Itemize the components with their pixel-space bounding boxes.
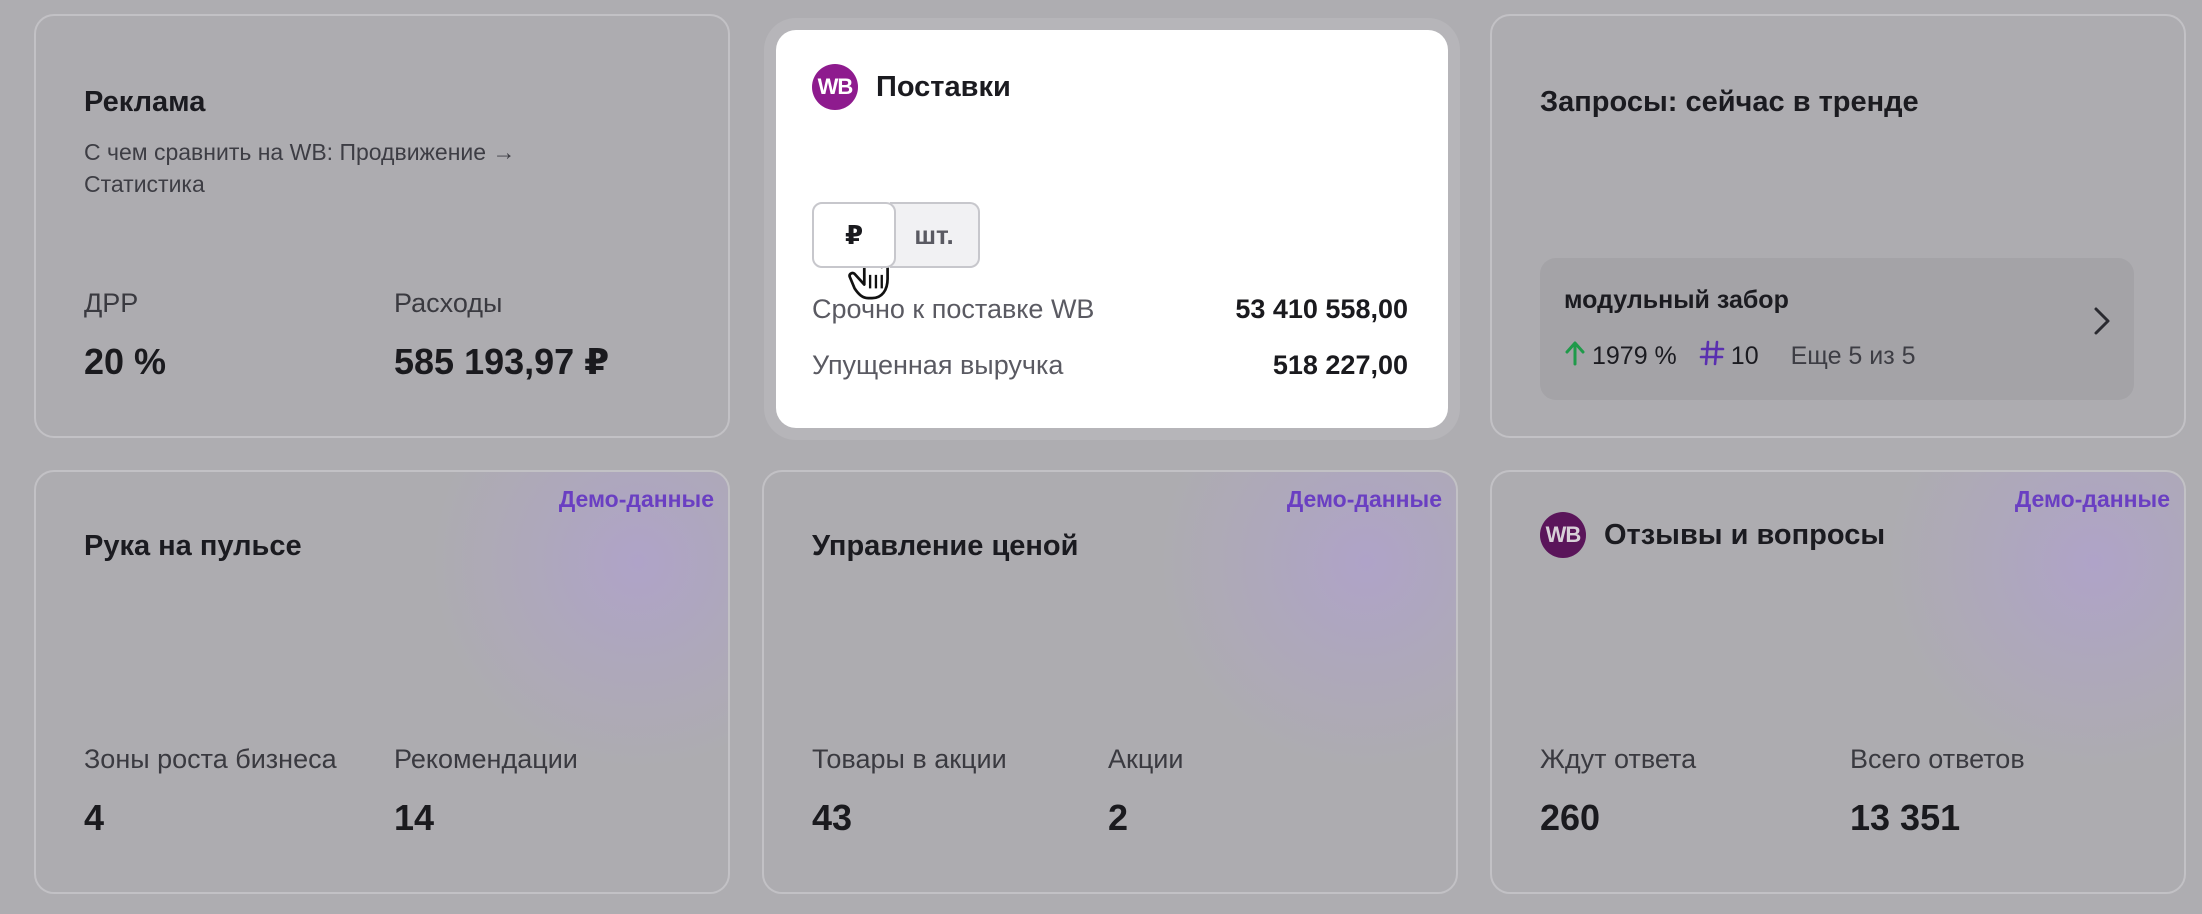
row-label: Упущенная выручка [812, 350, 1064, 380]
decorative-glow [1156, 472, 1456, 772]
metric-value: 4 [84, 797, 105, 838]
price-card-title: Управление ценой [812, 530, 1079, 562]
metric-recommendations: Рекомендации 14 [394, 744, 578, 839]
row-value: 518 227,00 [1272, 350, 1408, 380]
metric-label: Зоны роста бизнеса [84, 744, 337, 774]
chevron-right-icon[interactable] [2092, 304, 2112, 346]
hash-icon [1699, 340, 1725, 373]
metric-value: 20 % [84, 341, 167, 382]
pulse-card-title: Рука на пульсе [84, 530, 302, 562]
demo-badge: Демо-данные [2014, 486, 2170, 512]
metric-label: Товары в акции [812, 744, 1007, 774]
metric-expenses: Расходы 585 193,97 ₽ [394, 288, 609, 383]
metric-label: Всего ответов [1850, 744, 2025, 774]
metric-label: Ждут ответа [1540, 744, 1697, 774]
row-value: 53 410 558,00 [1235, 294, 1408, 324]
supplies-title-text: Поставки [876, 70, 1011, 103]
metric-growth-zones: Зоны роста бизнеса 4 [84, 744, 337, 839]
metric-value: 14 [394, 797, 435, 838]
demo-badge: Демо-данные [558, 486, 714, 512]
metric-label: Рекомендации [394, 744, 578, 774]
metric-total-replies: Всего ответов 13 351 [1850, 744, 2025, 839]
toggle-rub-button[interactable]: ₽ [812, 202, 896, 268]
metric-awaiting-reply: Ждут ответа 260 [1540, 744, 1696, 839]
decorative-glow [428, 472, 728, 772]
toggle-pcs-button[interactable]: шт. [890, 202, 980, 268]
reviews-title-text: Отзывы и вопросы [1604, 518, 1886, 551]
trends-card-title: Запросы: сейчас в тренде [1540, 86, 1919, 118]
pulse-card[interactable]: Демо-данные Рука на пульсе Зоны роста би… [34, 470, 730, 894]
wb-logo-icon: WB [812, 64, 858, 110]
row-lost-revenue: Упущенная выручка 518 227,00 [812, 350, 1408, 381]
trend-stats: 1979 % 10 Еще 5 из 5 [1564, 340, 1916, 373]
reviews-card[interactable]: Демо-данные WB Отзывы и вопросы Ждут отв… [1490, 470, 2186, 894]
trend-rank: 10 [1730, 342, 1759, 370]
supplies-card[interactable]: WB Поставки ₽ шт. Срочно к поставке WB 5… [776, 30, 1448, 428]
metric-value: 260 [1540, 797, 1601, 838]
trend-query: модульный забор [1564, 286, 1789, 314]
trend-more-link[interactable]: Еще 5 из 5 [1791, 342, 1916, 371]
metric-value: 13 351 [1850, 797, 1961, 838]
metric-value: 2 [1108, 797, 1129, 838]
trend-growth: 1979 % [1592, 342, 1677, 370]
ads-card-subtitle: С чем сравнить на WB: Продвижение → Стат… [84, 139, 516, 197]
arrow-up-icon [1564, 340, 1586, 373]
metric-promos: Акции 2 [1108, 744, 1183, 839]
ads-card[interactable]: Реклама С чем сравнить на WB: Продвижени… [34, 14, 730, 438]
supplies-card-title: WB Поставки [812, 64, 1011, 110]
trends-card[interactable]: Запросы: сейчас в тренде модульный забор… [1490, 14, 2186, 438]
wb-logo-icon: WB [1540, 512, 1586, 558]
ads-card-title: Реклама [84, 86, 206, 118]
reviews-card-title: WB Отзывы и вопросы [1540, 512, 1885, 558]
metric-label: ДРР [84, 288, 139, 318]
metric-promo-items: Товары в акции 43 [812, 744, 1007, 839]
trend-item[interactable]: модульный забор 1979 % 10 Еще 5 из 5 [1540, 258, 2134, 400]
price-card[interactable]: Демо-данные Управление ценой Товары в ак… [762, 470, 1458, 894]
metric-drr: ДРР 20 % [84, 288, 166, 383]
metric-label: Акции [1108, 744, 1184, 774]
metric-value: 43 [812, 797, 853, 838]
metric-value: 585 193,97 ₽ [394, 341, 610, 382]
decorative-glow [1884, 472, 2184, 772]
demo-badge: Демо-данные [1286, 486, 1442, 512]
metric-label: Расходы [394, 288, 503, 318]
